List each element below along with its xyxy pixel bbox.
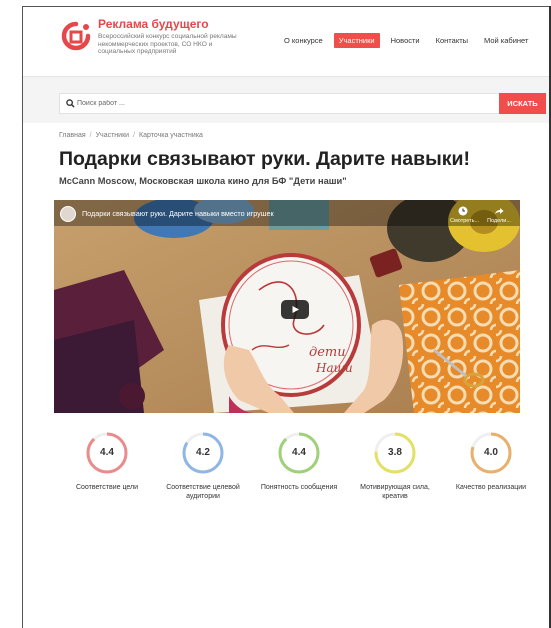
rating-label: Соответствие целевой аудитории (166, 484, 240, 500)
site-header: Реклама будущего Всероссийский конкурс с… (23, 7, 551, 77)
rating-ring: 4.2 (181, 431, 225, 475)
nav-item-participants[interactable]: Участники (333, 33, 380, 48)
rating-ring: 4.4 (85, 431, 129, 475)
share-label: Подели... (487, 218, 511, 224)
rating-value: 3.8 (388, 447, 402, 458)
rating-item: 3.8 Мотивирующая сила, креатив (347, 431, 443, 501)
hoop-text-2: Наши (315, 361, 353, 375)
play-icon (292, 306, 299, 313)
watch-later-button[interactable]: Смотреть... (450, 206, 480, 224)
rating-value: 4.0 (484, 447, 498, 458)
rating-item: 4.2 Соответствие целевой аудитории (155, 431, 251, 501)
brand-logo-icon[interactable] (61, 21, 91, 53)
ratings: 4.4 Соответствие цели 4.2 Соответствие ц… (59, 431, 539, 531)
page-subtitle: McCann Moscow, Московская школа кино для… (59, 176, 347, 186)
rating-label: Понятность сообщения (260, 484, 338, 491)
rating-ring: 3.8 (373, 431, 417, 475)
breadcrumb-separator: / (89, 132, 92, 139)
brand-subtitle: Всероссийский конкурс социальной рекламы… (98, 33, 237, 56)
breadcrumb: Главная / Участники / Карточка участника (59, 132, 203, 139)
hoop-text-1: дети (309, 345, 346, 360)
share-button[interactable]: Подели... (484, 206, 514, 224)
rating-label: Соответствие цели (75, 484, 139, 491)
rating-value: 4.2 (196, 447, 210, 458)
video-title[interactable]: Подарки связывают руки. Дарите навыки вм… (82, 209, 274, 218)
clock-icon (458, 206, 468, 216)
rating-item: 4.4 Понятность сообщения (251, 431, 347, 492)
nav-item-contacts[interactable]: Контакты (431, 33, 473, 48)
play-button[interactable] (281, 300, 309, 319)
breadcrumb-separator: / (133, 132, 136, 139)
video-player[interactable]: дети Наши Подарки связывают руки. Дарите… (54, 200, 520, 413)
watch-later-label: Смотреть... (450, 218, 480, 224)
main-nav: О конкурсе Участники Новости Контакты Мо… (279, 33, 533, 48)
breadcrumb-current: Карточка участника (139, 132, 203, 139)
brand: Реклама будущего Всероссийский конкурс с… (98, 18, 248, 56)
search-input[interactable] (77, 96, 457, 111)
rating-ring: 4.4 (277, 431, 321, 475)
rating-item: 4.0 Качество реализации (443, 431, 539, 492)
rating-ring: 4.0 (469, 431, 513, 475)
rating-item: 4.4 Соответствие цели (59, 431, 155, 492)
rating-value: 4.4 (100, 447, 114, 458)
rating-label: Мотивирующая сила, креатив (360, 484, 430, 500)
nav-item-about[interactable]: О конкурсе (279, 33, 328, 48)
nav-item-news[interactable]: Новости (386, 33, 425, 48)
nav-item-account[interactable]: Мой кабинет (479, 33, 533, 48)
search-icon (66, 99, 75, 108)
page-title: Подарки связывают руки. Дарите навыки! (59, 148, 471, 170)
breadcrumb-participants[interactable]: Участники (96, 132, 129, 139)
page-frame: Реклама будущего Всероссийский конкурс с… (22, 6, 551, 628)
breadcrumb-home[interactable]: Главная (59, 132, 86, 139)
share-icon (495, 208, 504, 214)
brand-title[interactable]: Реклама будущего (98, 18, 248, 31)
rating-label: Качество реализации (455, 484, 527, 491)
rating-value: 4.4 (292, 447, 306, 458)
search-button[interactable]: ИСКАТЬ (499, 93, 546, 114)
channel-avatar[interactable] (60, 206, 76, 222)
